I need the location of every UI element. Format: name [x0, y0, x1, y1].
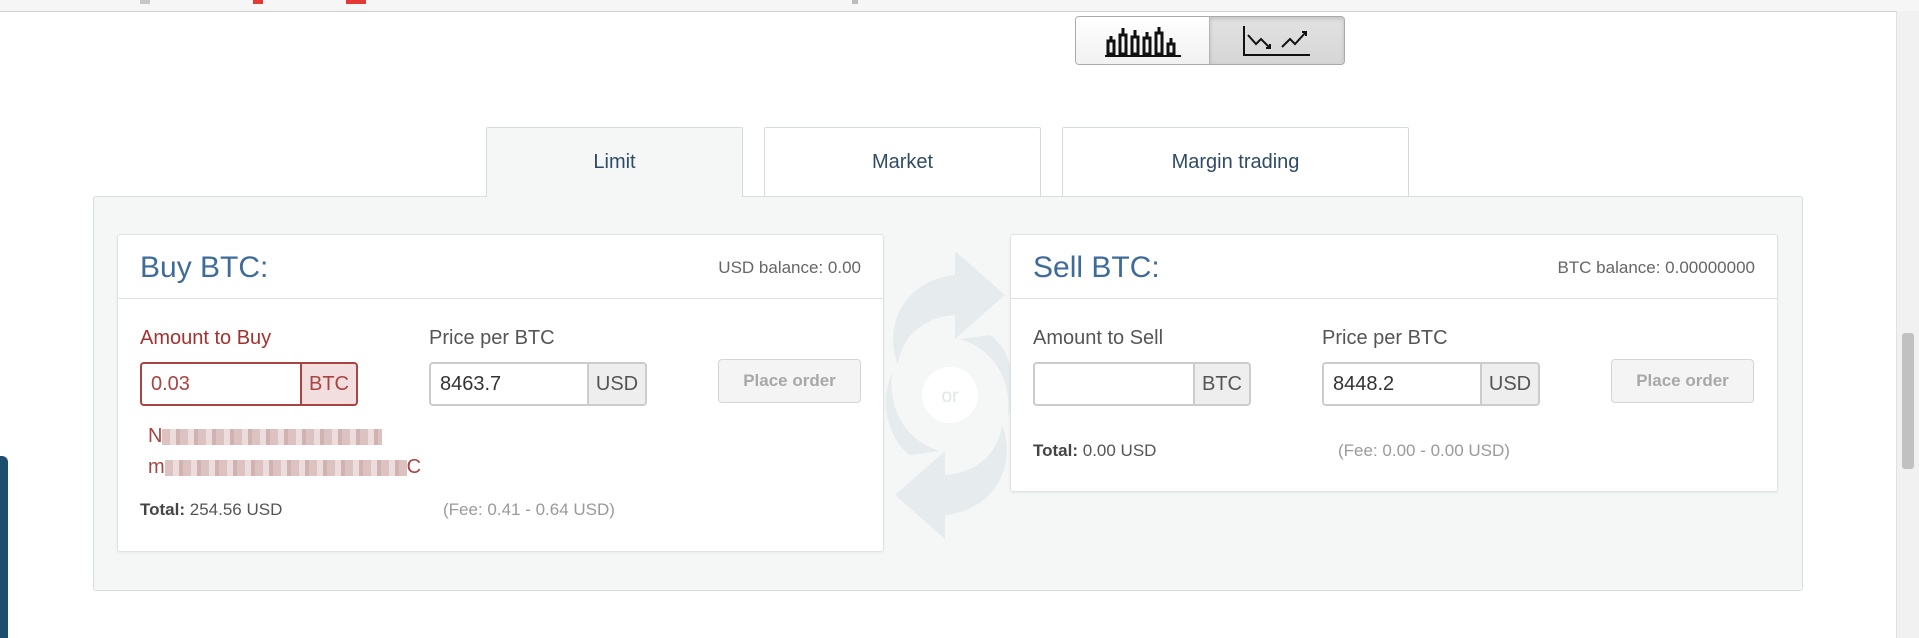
- candlestick-chart-button[interactable]: [1076, 17, 1210, 64]
- trading-page: Limit Market Margin trading or Buy BTC: …: [0, 0, 1919, 638]
- toolbar-mark: [253, 0, 263, 4]
- sell-fee: (Fee: 0.00 - 0.00 USD): [1338, 441, 1510, 460]
- btc-balance: BTC balance: 0.00000000: [1557, 258, 1755, 277]
- sell-card: Sell BTC: BTC balance: 0.00000000 Amount…: [1010, 234, 1778, 492]
- toolbar-mark: [346, 0, 366, 4]
- amount-to-sell-label: Amount to Sell: [1033, 327, 1164, 349]
- total-label: Total:: [140, 500, 186, 519]
- toolbar-mark: [140, 0, 150, 4]
- line-chart-button[interactable]: [1210, 17, 1344, 64]
- amount-to-buy-group: 0.03 BTC: [140, 362, 358, 406]
- side-chat-tab[interactable]: [0, 456, 8, 638]
- tab-margin-trading[interactable]: Margin trading: [1062, 127, 1409, 196]
- total-label: Total:: [1033, 441, 1079, 460]
- total-value: 0.00 USD: [1082, 441, 1157, 460]
- swap-arrows-icon: or: [885, 251, 1015, 539]
- or-label: or: [942, 386, 960, 407]
- usd-unit-addon: USD: [1480, 362, 1540, 406]
- buy-price-group: 8463.7 USD: [429, 362, 647, 406]
- candlestick-chart-icon: [1104, 26, 1181, 57]
- buy-total: Total: 254.56 USD: [140, 500, 282, 520]
- price-per-btc-label: Price per BTC: [429, 327, 555, 349]
- buy-card: Buy BTC: USD balance: 0.00 Amount to Buy…: [117, 234, 884, 552]
- amount-to-buy-input[interactable]: 0.03: [140, 362, 300, 406]
- usd-balance: USD balance: 0.00: [718, 258, 861, 277]
- sell-title: Sell BTC:: [1033, 251, 1160, 284]
- sell-price-group: 8448.2 USD: [1322, 362, 1540, 406]
- amount-to-sell-group: BTC: [1033, 362, 1251, 406]
- error-line-2: mC: [148, 456, 422, 478]
- buy-card-header: Buy BTC: USD balance: 0.00: [118, 235, 883, 299]
- sell-place-order-button[interactable]: Place order: [1611, 359, 1754, 403]
- toolbar-mark: [852, 0, 858, 4]
- price-per-btc-label: Price per BTC: [1322, 327, 1448, 349]
- browser-top-strip: [0, 0, 1919, 12]
- order-type-tabs: Limit Market Margin trading: [0, 127, 1919, 197]
- buy-price-input[interactable]: 8463.7: [429, 362, 587, 406]
- amount-to-sell-input[interactable]: [1033, 362, 1193, 406]
- usd-unit-addon: USD: [587, 362, 647, 406]
- tab-limit[interactable]: Limit: [486, 127, 743, 197]
- buy-fee: (Fee: 0.41 - 0.64 USD): [443, 500, 615, 519]
- page-scrollbar[interactable]: [1896, 11, 1919, 638]
- buy-place-order-button[interactable]: Place order: [718, 359, 861, 403]
- line-chart-icon: [1243, 25, 1310, 56]
- scrollbar-thumb[interactable]: [1902, 333, 1914, 469]
- chart-type-toggle: [1075, 16, 1345, 65]
- tab-label: Margin trading: [1171, 150, 1300, 173]
- buy-title: Buy BTC:: [140, 251, 269, 284]
- sell-card-header: Sell BTC: BTC balance: 0.00000000: [1011, 235, 1777, 299]
- tab-label: Limit: [593, 151, 636, 173]
- amount-to-buy-label: Amount to Buy: [140, 327, 272, 349]
- sell-price-input[interactable]: 8448.2: [1322, 362, 1480, 406]
- error-line-1: N: [148, 421, 421, 452]
- btc-unit-addon: BTC: [300, 362, 358, 406]
- tab-market[interactable]: Market: [764, 127, 1041, 196]
- insufficient-funds-message: N mC: [148, 421, 421, 483]
- btc-unit-addon: BTC: [1193, 362, 1251, 406]
- total-value: 254.56 USD: [189, 500, 283, 519]
- tab-label: Market: [871, 150, 934, 173]
- sell-total: Total: 0.00 USD: [1033, 441, 1156, 461]
